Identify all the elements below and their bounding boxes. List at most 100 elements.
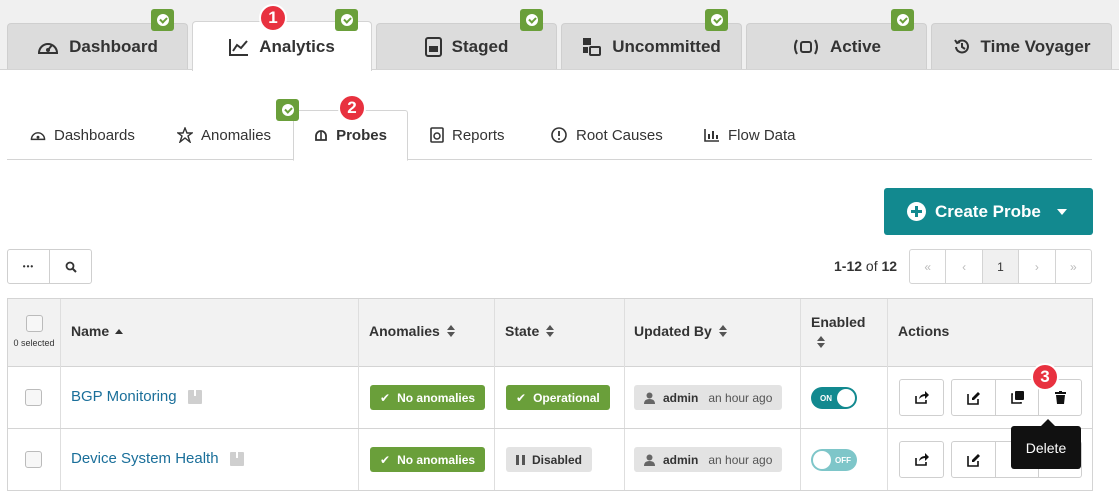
caret-down-icon[interactable] [1057,209,1067,215]
probe-name-link[interactable]: BGP Monitoring [71,388,177,405]
subtab-label: Root Causes [576,126,663,144]
user-icon [644,392,655,404]
paging-range: 1-12 [834,258,863,274]
header-enabled[interactable]: Enabled [811,314,865,348]
toggle-knob [837,389,855,407]
subtab-reports[interactable]: Reports [430,110,505,160]
header-label: Enabled [811,314,866,330]
state-cell: ✔ Operational [506,385,610,410]
state-text: Disabled [532,452,583,467]
probe-icon [315,130,327,141]
edit-icon [966,391,980,405]
paging-total: 12 [881,258,898,274]
last-page-button[interactable]: » [1054,250,1091,283]
gauge-icon [30,132,46,141]
check-circle-icon: ✔ [516,390,527,405]
probe-name-link[interactable]: Device System Health [71,450,219,467]
user-badge: admin an hour ago [634,385,783,410]
sort-icon [546,325,555,337]
tab-label: Time Voyager [980,36,1091,56]
row-checkbox[interactable] [25,389,42,406]
check-icon [705,9,728,31]
enabled-cell: OFF [811,449,857,471]
subtab-anomalies[interactable]: Anomalies [177,110,271,160]
header-state[interactable]: State [505,323,555,339]
check-icon [520,9,543,31]
edit-button[interactable] [952,380,995,415]
more-options-button[interactable]: ••• [8,250,49,283]
copy-icon [1010,391,1024,404]
header-updated-by[interactable]: Updated By [634,323,727,339]
callout-badge: 1 [259,4,287,32]
header-label: Anomalies [369,323,440,339]
check-circle-icon: ✔ [380,452,391,467]
first-page-button[interactable]: « [910,250,945,283]
anomalies-text: No anomalies [397,390,476,405]
header-label: State [505,323,540,339]
pause-icon [516,454,525,465]
user-name: admin [663,452,699,467]
ellipsis-icon: ••• [22,262,35,271]
check-circle-icon: ✔ [380,390,391,405]
header-actions: Actions [898,323,950,339]
user-name: admin [663,390,699,405]
sort-icon [718,325,727,337]
table-row: BGP Monitoring ✔ No anomalies ✔ Operationa… [8,367,1092,429]
callout-badge: 3 [1031,363,1059,391]
tab-time-voyager[interactable]: Time Voyager [931,23,1112,69]
row-checkbox-cell [25,451,42,468]
page-button-current[interactable]: 1 [981,250,1019,283]
subtab-flow-data[interactable]: Flow Data [704,110,796,160]
header-name[interactable]: Name [71,323,124,339]
export-button[interactable] [899,379,944,416]
state-cell: Disabled [506,447,593,472]
root-cause-icon [551,127,567,143]
toggle-knob [813,451,831,469]
predefined-probe-icon [187,389,202,404]
anomalies-cell: ✔ No anomalies [370,385,486,410]
subtab-dashboards[interactable]: Dashboards [30,110,135,160]
subtab-label: Probes [336,127,387,144]
state-text: Operational [533,390,600,405]
header-label: Updated By [634,323,712,339]
search-button[interactable] [49,250,91,283]
share-icon [914,453,929,466]
row-checkbox[interactable] [25,451,42,468]
table-toolbar: ••• [7,249,92,284]
export-button[interactable] [899,441,944,478]
document-icon [424,36,442,57]
predefined-probe-icon [229,451,244,466]
header-anomalies[interactable]: Anomalies [369,323,455,339]
header-label: Name [71,323,110,339]
search-icon [65,261,77,273]
next-page-button[interactable]: › [1018,250,1054,283]
updated-time: an hour ago [708,452,773,467]
anomalies-badge: ✔ No anomalies [370,447,486,472]
edit-button[interactable] [952,442,995,477]
pagination: « ‹ 1 › » [909,249,1092,284]
row-checkbox-cell [25,389,42,406]
paging-of: of [865,258,878,274]
create-probe-label: Create Probe [935,201,1041,221]
state-badge: ✔ Operational [506,385,610,410]
enabled-toggle[interactable]: ON [811,387,857,409]
create-probe-button[interactable]: Create Probe [884,188,1093,235]
plus-circle-icon [907,202,926,221]
clone-button[interactable] [995,380,1038,415]
updated-time: an hour ago [708,390,773,405]
probe-name-cell: BGP Monitoring [71,388,203,405]
enabled-toggle[interactable]: OFF [811,449,857,471]
row-actions-group [951,379,1082,416]
subtab-label: Flow Data [728,126,796,144]
tab-label: Active [829,36,882,56]
subtab-root-causes[interactable]: Root Causes [550,110,663,160]
prev-page-button[interactable]: ‹ [945,250,981,283]
enabled-cell: ON [811,387,857,409]
subtab-label: Dashboards [54,126,135,144]
state-badge: Disabled [506,447,593,472]
sort-icon [817,336,825,348]
tab-label: Uncommitted [612,36,721,56]
line-chart-icon [229,38,249,56]
probes-table: 0 selected Name Anomalies State Updated … [7,298,1093,491]
select-all-checkbox[interactable] [25,315,43,332]
